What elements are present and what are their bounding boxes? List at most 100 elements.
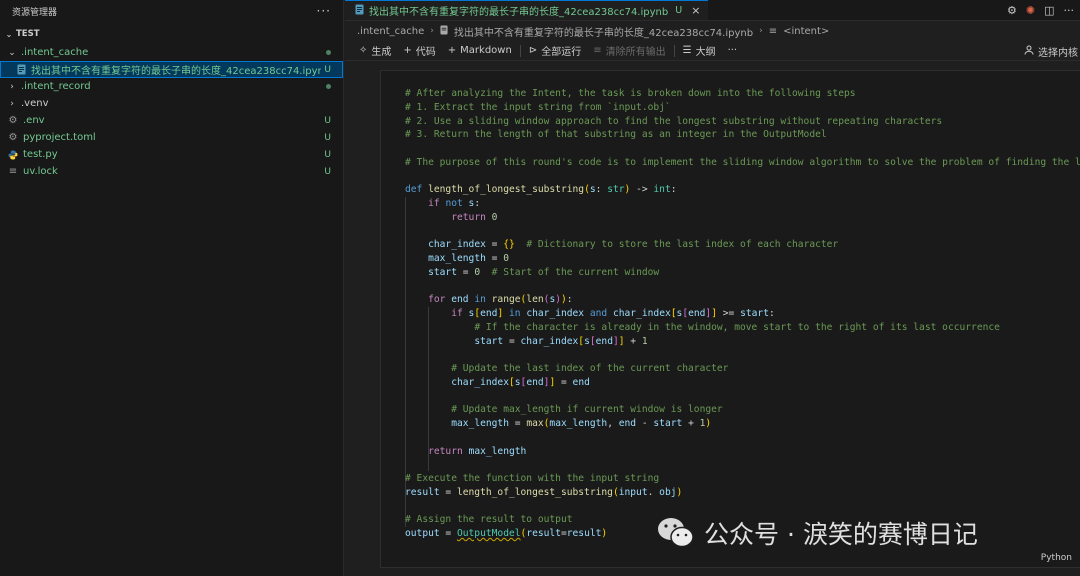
code-token: # Assign the result to output bbox=[405, 514, 573, 526]
tree-item-notebook[interactable]: 找出其中不含有重复字符的最长子串的长度_42cea238cc74.ipynb U bbox=[0, 61, 343, 78]
tree-item-test-py[interactable]: test.py U bbox=[0, 146, 343, 163]
code-line: def length_of_longest_substring(s: str) … bbox=[405, 183, 1080, 197]
code-token: # Execute the function with the input st… bbox=[405, 473, 660, 484]
run-all-button[interactable]: ⊳ 全部运行 bbox=[523, 41, 587, 61]
code-token: def bbox=[405, 184, 429, 196]
notebook-toolbar: ✧ 生成 + 代码 + Markdown ⊳ 全部运行 ≡ 清除所有输出 ☰ 大… bbox=[345, 41, 1080, 61]
select-kernel-button[interactable]: 选择内核 bbox=[1024, 41, 1080, 61]
code-token: . bbox=[647, 486, 660, 498]
code-line: # 1. Extract the input string from `inpu… bbox=[405, 101, 1080, 115]
code-token: for bbox=[428, 294, 452, 306]
tree-item-env[interactable]: ⚙ .env U bbox=[0, 112, 343, 129]
code-cell[interactable]: # After analyzing the Intent, the task i… bbox=[380, 70, 1080, 568]
code-line: start = char_index[s[end]] + 1 bbox=[405, 335, 1080, 349]
add-markdown-cell-button[interactable]: + Markdown bbox=[442, 41, 518, 61]
workspace-section-header[interactable]: ⌄ TEST bbox=[0, 24, 343, 44]
outline-button[interactable]: ☰ 大纲 bbox=[677, 41, 722, 61]
copilot-icon[interactable]: ✺ bbox=[1026, 4, 1035, 17]
code-token: # The purpose of this round's code is to… bbox=[405, 156, 1080, 168]
chevron-right-icon: › bbox=[10, 81, 14, 92]
code-line: char_index[s[end]] = end bbox=[405, 376, 1080, 390]
code-token: end bbox=[595, 335, 613, 347]
add-code-cell-button[interactable]: + 代码 bbox=[397, 41, 441, 61]
split-editor-icon[interactable]: ◫ bbox=[1044, 4, 1054, 17]
code-token: start bbox=[740, 308, 769, 319]
code-token: # 1. Extract the input string from `inpu… bbox=[405, 101, 671, 113]
code-token: length_of_longest_substring bbox=[456, 486, 613, 498]
explorer-more-button[interactable]: ··· bbox=[317, 4, 331, 18]
code-token: return bbox=[451, 211, 492, 223]
code-token: OutputModel bbox=[456, 528, 521, 539]
tree-item-uv-lock[interactable]: ≡ uv.lock U bbox=[0, 163, 343, 180]
code-token: and bbox=[584, 308, 613, 319]
toolbar-divider bbox=[519, 44, 521, 57]
more-actions-icon[interactable]: ··· bbox=[1064, 4, 1075, 17]
code-token: = bbox=[508, 418, 527, 429]
generate-label: 生成 bbox=[371, 47, 392, 58]
toolbar-more-button[interactable]: ··· bbox=[722, 41, 744, 61]
breadcrumb-file[interactable]: 找出其中不含有重复字符的最长子串的长度_42cea238cc74.ipynb bbox=[454, 24, 753, 39]
code-token: str bbox=[607, 184, 625, 196]
code-token: not bbox=[445, 198, 469, 209]
gear-icon[interactable]: ⚙ bbox=[1007, 4, 1017, 17]
generate-button[interactable]: ✧ 生成 bbox=[353, 41, 397, 61]
tab-label: 找出其中不含有重复字符的最长子串的长度_42cea238cc74.ipynb bbox=[369, 7, 669, 18]
code-token: result bbox=[526, 528, 561, 539]
code-token: start bbox=[428, 266, 457, 278]
breadcrumb-folder[interactable]: .intent_cache bbox=[357, 26, 424, 37]
tree-item-venv[interactable]: › .venv bbox=[0, 95, 343, 112]
code-token: char_index bbox=[520, 335, 579, 347]
tree-item-intent-cache[interactable]: ⌄ .intent_cache bbox=[0, 44, 343, 61]
git-status-badge: U bbox=[324, 166, 331, 177]
notebook-icon bbox=[14, 64, 28, 75]
code-line: max_length = 0 bbox=[405, 252, 1080, 266]
git-modified-dot bbox=[321, 82, 331, 92]
code-token: # 3. Return the length of that substring… bbox=[405, 129, 827, 141]
code-token: int bbox=[653, 184, 671, 196]
tree-item-intent-record[interactable]: › .intent_record bbox=[0, 78, 343, 95]
chevron-down-icon: ⌄ bbox=[8, 47, 16, 58]
code-line: # After analyzing the Intent, the task i… bbox=[405, 87, 1080, 101]
breadcrumb-symbol[interactable]: <intent> bbox=[783, 26, 829, 37]
close-icon[interactable]: × bbox=[691, 4, 700, 17]
tree-item-pyproject[interactable]: ⚙ pyproject.toml U bbox=[0, 129, 343, 146]
python-icon bbox=[6, 150, 20, 160]
code-token: in bbox=[468, 294, 492, 306]
code-line: return 0 bbox=[405, 211, 1080, 225]
symbol-icon: ≡ bbox=[768, 25, 778, 37]
code-line: max_length = max(max_length, end - start… bbox=[405, 417, 1080, 431]
code-token: if bbox=[428, 198, 446, 209]
tab-notebook[interactable]: 找出其中不含有重复字符的最长子串的长度_42cea238cc74.ipynb U… bbox=[345, 0, 709, 20]
code-token: end bbox=[618, 418, 637, 429]
chevron-down-icon: ⌄ bbox=[5, 29, 13, 39]
tree-item-label: uv.lock bbox=[23, 166, 58, 177]
watermark-text: 公众号 · 淚笑的赛博日记 bbox=[704, 520, 978, 549]
sparkle-icon: ✧ bbox=[359, 45, 368, 56]
code-token: char_index bbox=[526, 308, 585, 319]
select-kernel-label: 选择内核 bbox=[1038, 47, 1078, 59]
code-token: : bbox=[566, 294, 573, 306]
clear-outputs-label: 清除所有输出 bbox=[605, 47, 666, 58]
code-token: max_length bbox=[428, 253, 486, 264]
kernel-icon bbox=[1024, 45, 1034, 58]
clear-outputs-button[interactable]: ≡ 清除所有输出 bbox=[587, 41, 671, 61]
code-token: -> bbox=[630, 184, 654, 196]
code-token: if bbox=[451, 308, 469, 319]
markdown-label: Markdown bbox=[460, 45, 512, 56]
notebook-icon bbox=[440, 25, 448, 38]
code-token: , bbox=[607, 418, 619, 429]
plus-icon: + bbox=[447, 45, 457, 56]
code-editor[interactable]: # After analyzing the Intent, the task i… bbox=[405, 87, 1080, 541]
tab-bar: 找出其中不含有重复字符的最长子串的长度_42cea238cc74.ipynb U… bbox=[345, 0, 1080, 21]
cell-language-label[interactable]: Python bbox=[1041, 553, 1072, 563]
code-token: end bbox=[688, 308, 706, 319]
